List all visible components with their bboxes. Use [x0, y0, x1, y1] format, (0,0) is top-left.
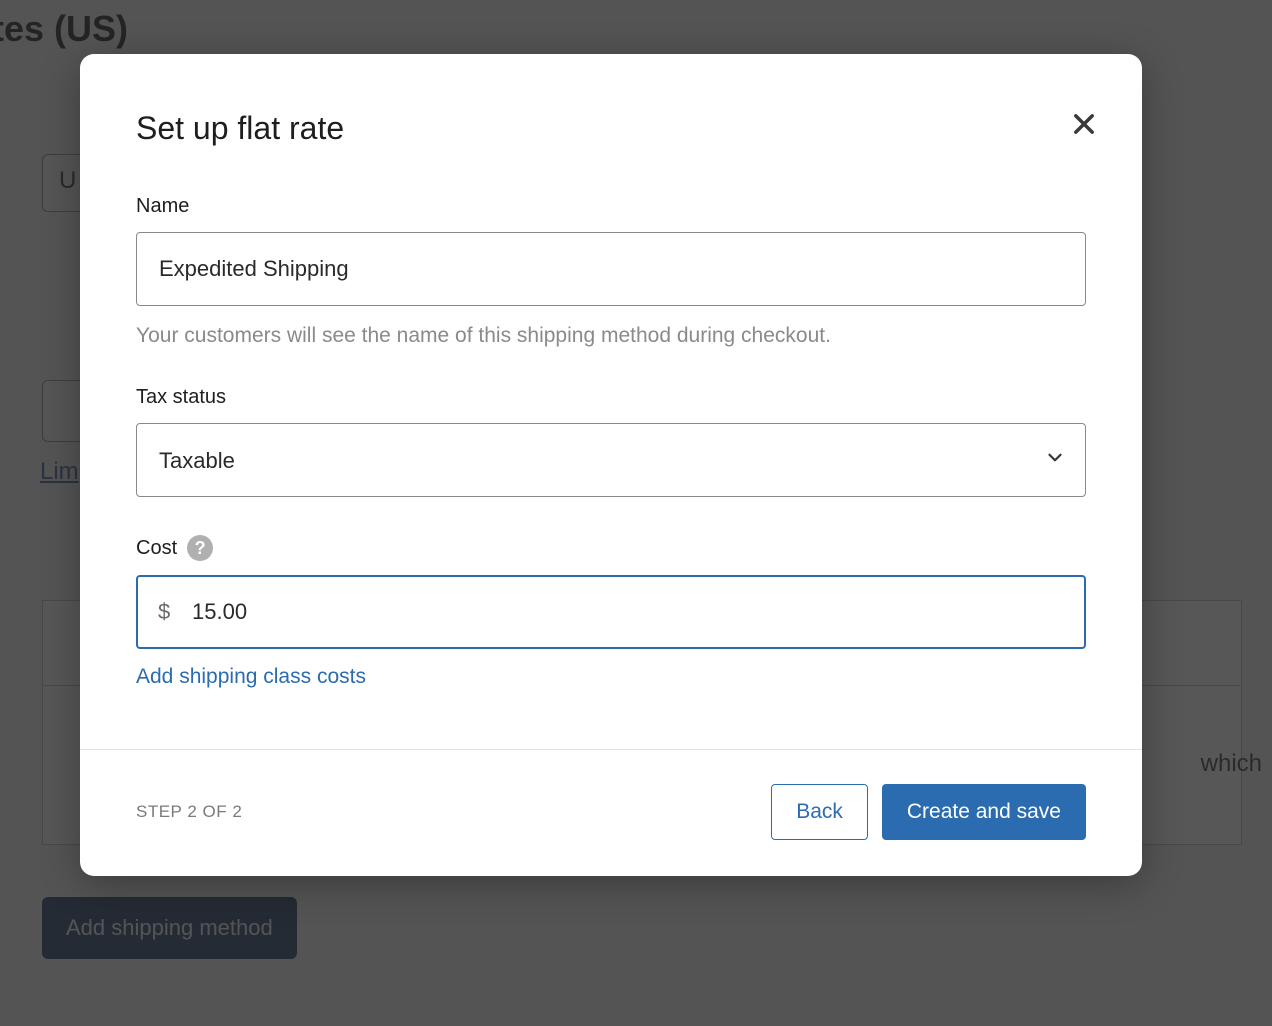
name-help-text: Your customers will see the name of this… [136, 324, 1086, 348]
tax-status-label: Tax status [136, 386, 1086, 409]
cost-input[interactable] [136, 575, 1086, 649]
name-field-group: Name Your customers will see the name of… [136, 195, 1086, 348]
back-button[interactable]: Back [771, 784, 868, 840]
tax-status-select[interactable]: Taxable [136, 423, 1086, 497]
name-input[interactable] [136, 232, 1086, 306]
tax-status-field-group: Tax status Taxable [136, 386, 1086, 497]
cost-field-group: Cost ? $ Add shipping class costs [136, 535, 1086, 689]
step-indicator: STEP 2 OF 2 [136, 802, 242, 822]
add-shipping-class-costs-link[interactable]: Add shipping class costs [136, 665, 366, 689]
flat-rate-setup-modal: Set up flat rate Name Your customers wil… [80, 54, 1142, 876]
cost-label: Cost [136, 537, 177, 560]
help-icon[interactable]: ? [187, 535, 213, 561]
currency-symbol: $ [158, 599, 170, 625]
modal-title: Set up flat rate [136, 110, 1086, 147]
close-icon [1070, 126, 1098, 141]
name-label: Name [136, 195, 1086, 218]
create-and-save-button[interactable]: Create and save [882, 784, 1086, 840]
modal-footer: STEP 2 OF 2 Back Create and save [80, 749, 1142, 876]
close-button[interactable] [1066, 106, 1102, 145]
